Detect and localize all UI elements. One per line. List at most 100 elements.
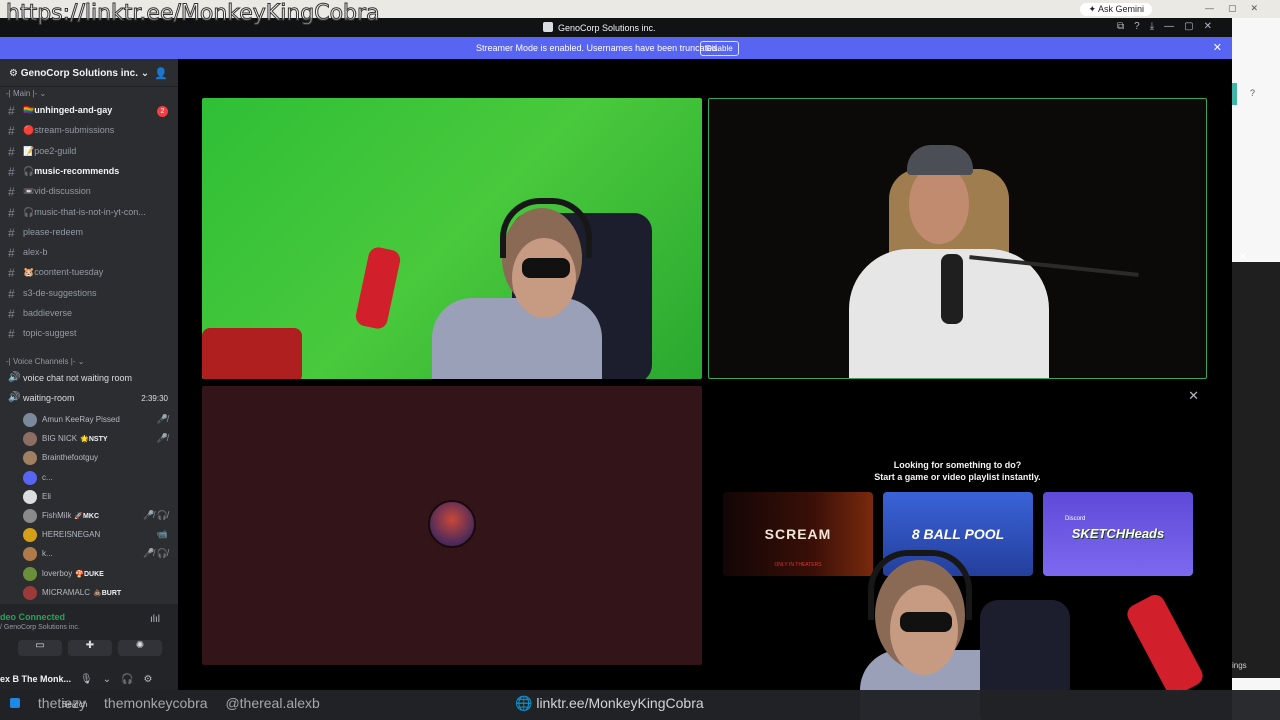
face [909, 164, 969, 244]
close-icon[interactable]: ✕ [1213, 41, 1222, 54]
current-user-name[interactable]: ex B The Monk... [0, 674, 71, 684]
channel-item[interactable]: # s3-de-suggestions [0, 284, 178, 303]
voice-user[interactable]: FishMilk 🚀MKC 🎤̸ 🎧̸ [0, 506, 178, 525]
close-panel-icon[interactable]: ✕ [1238, 250, 1247, 263]
help-icon[interactable]: ? [1250, 88, 1255, 98]
close-activity-icon[interactable]: ✕ [1188, 388, 1199, 404]
speaker-icon: 🔊 [8, 392, 21, 404]
channel-item[interactable]: # 🏳️‍🌈unhinged-and-gay 2 [0, 101, 178, 120]
voice-user-name: FishMilk 🚀MKC [42, 511, 100, 520]
channel-item[interactable]: # please-redeem [0, 223, 178, 242]
disable-button[interactable]: Disable [700, 41, 739, 56]
channel-label: 📝poe2-guild [23, 145, 77, 156]
channel-item[interactable]: # baddieverse [0, 304, 178, 323]
hash-icon: # [8, 124, 15, 139]
channel-label: please-redeem [23, 226, 84, 237]
microphone [941, 254, 963, 324]
channel-item[interactable]: # 🐹coontent-tuesday [0, 263, 178, 282]
speaker-icon: 🔊 [8, 372, 21, 383]
voice-channel-item[interactable]: 🔊 waiting-room 2:39:30 [0, 389, 178, 408]
avatar [23, 528, 37, 543]
voice-user[interactable]: loverboy 🍄DUKE [0, 564, 178, 583]
channel-label: 🎧music-that-is-not-in-yt-con... [23, 206, 146, 217]
voice-user[interactable]: c... [0, 468, 178, 487]
taskbar-search[interactable]: Search [62, 700, 87, 709]
video-tile-avatar[interactable] [202, 386, 702, 665]
voice-user-name: Eli [42, 491, 51, 501]
voice-status-icon: 🎤̸ 🎧̸ [143, 510, 168, 520]
voice-user[interactable]: Eli [0, 487, 178, 506]
accent-tab [1232, 83, 1237, 105]
server-header[interactable]: ⚙ GenoCorp Solutions inc. ⌄ 👤 [0, 59, 178, 87]
avatar [23, 566, 37, 581]
title-bar-icons[interactable]: ⧉?⤓—▢✕ [1117, 21, 1222, 32]
channel-item[interactable]: # 📝poe2-guild [0, 142, 178, 161]
avatar [23, 585, 37, 600]
voice-user-name: Amun KeeRay Pissed [42, 415, 120, 424]
voice-channel-item[interactable]: 🔊 voice chat not waiting room [0, 369, 178, 388]
microphone [1123, 591, 1207, 699]
avatar [23, 509, 37, 523]
video-tile-guest[interactable] [708, 98, 1207, 379]
channel-label: alex-b [23, 247, 48, 258]
avatar [23, 413, 37, 427]
channel-label: 🎧music-recommends [23, 165, 120, 176]
voice-status-icon: 🎤̸ [156, 433, 168, 444]
window-title-text: GenoCorp Solutions inc. [558, 23, 656, 33]
avatar [23, 470, 37, 485]
soundboard-button[interactable]: ✺ [118, 640, 162, 656]
hash-icon: # [8, 286, 15, 301]
user-controls[interactable]: 🎙⌄🎧⚙ [80, 674, 163, 685]
streamer-mode-banner: Streamer Mode is enabled. Usernames have… [0, 37, 1232, 59]
avatar [23, 451, 37, 466]
channel-item[interactable]: # alex-b [0, 243, 178, 262]
channel-item[interactable]: # 🔴stream-submissions [0, 121, 178, 140]
channel-item[interactable]: # 🎧music-that-is-not-in-yt-con... [0, 203, 178, 222]
user-avatar [428, 500, 476, 548]
voice-user[interactable]: HEREISNEGAN 📹 [0, 525, 178, 544]
voice-user-name: MICRAMALC 💩BURT [42, 587, 122, 597]
browser-window-controls[interactable]: —▢✕ [1205, 3, 1272, 14]
voice-user[interactable]: Amun KeeRay Pissed 🎤̸ [0, 410, 178, 429]
taskbar: thetiezy themonkeycobra @thereal.alexb S… [0, 690, 1280, 720]
category-voice[interactable]: -| Voice Channels |- ⌄ [6, 357, 84, 366]
voice-user-tag: 🚀MKC [74, 513, 100, 520]
channel-item[interactable]: # topic-suggest [0, 324, 178, 343]
handle-3: @thereal.alexb [225, 695, 320, 711]
voice-user-name: c... [42, 472, 53, 482]
server-name: ⚙ GenoCorp Solutions inc. ⌄ [9, 68, 150, 79]
screen-share-button[interactable]: ▭ [18, 640, 62, 656]
add-member-icon[interactable]: 👤 [154, 67, 168, 80]
voice-connected-guild: / GenoCorp Solutions inc. [0, 624, 80, 631]
handle-2: themonkeycobra [104, 695, 208, 711]
voice-user-name: loverboy 🍄DUKE [42, 568, 104, 578]
ask-gemini-button[interactable]: ✦ Ask Gemini [1080, 3, 1152, 16]
video-tile-streamer[interactable] [202, 98, 702, 379]
voice-user[interactable]: MICRAMALC 💩BURT [0, 583, 178, 602]
sunglasses [900, 612, 952, 632]
taskbar-link: 🌐 linktr.ee/MonkeyKingCobra [515, 695, 704, 711]
channel-label: s3-de-suggestions [23, 287, 97, 298]
windows-icon[interactable] [10, 698, 20, 708]
hoodie [432, 298, 602, 379]
channel-label: 📼vid-discussion [23, 186, 91, 197]
hash-icon: # [8, 104, 15, 118]
category-main[interactable]: -| Main |- ⌄ [6, 89, 46, 98]
voice-user[interactable]: Brainthefootguy [0, 448, 178, 467]
hash-icon: # [8, 266, 15, 281]
headset [868, 550, 972, 620]
signal-icon[interactable]: ılıl [150, 614, 160, 625]
channel-label: topic-suggest [23, 328, 77, 339]
voice-timer: 2:39:30 [141, 394, 168, 404]
activities-button[interactable]: ✚ [68, 640, 112, 656]
window-title: GenoCorp Solutions inc. [543, 22, 656, 33]
ask-gemini-label: Ask Gemini [1097, 4, 1144, 14]
streamer-mode-message: Streamer Mode is enabled. Usernames have… [476, 43, 720, 53]
channel-item[interactable]: # 📼vid-discussion [0, 182, 178, 201]
hash-icon: # [8, 185, 15, 200]
channel-label: 🔴stream-submissions [23, 125, 115, 136]
voice-connected-status: deo Connected [0, 612, 66, 622]
voice-user[interactable]: k... 🎤̸ 🎧̸ [0, 544, 178, 563]
channel-item[interactable]: # 🎧music-recommends [0, 162, 178, 181]
voice-user[interactable]: BIG NICK 🌟NSTY 🎤̸ [0, 429, 178, 448]
